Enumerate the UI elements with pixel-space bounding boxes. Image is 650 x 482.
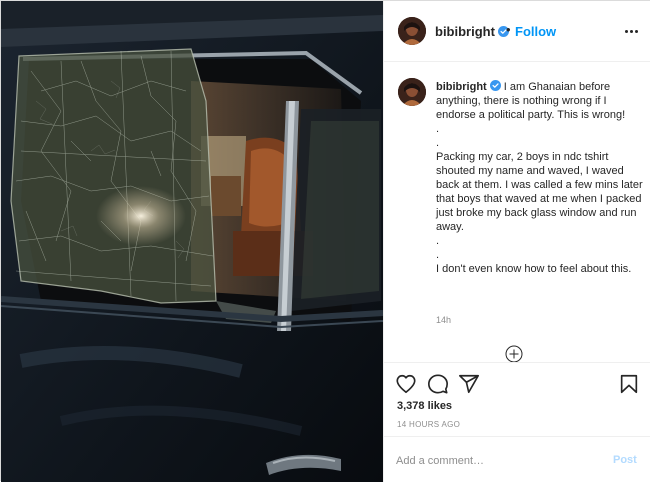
post-side-panel: bibibright • Follow bibibright I am Ghan… bbox=[383, 1, 650, 482]
likes-count[interactable]: 3,378 likes bbox=[397, 400, 452, 412]
follow-button[interactable]: Follow bbox=[515, 24, 556, 39]
post-comment-button[interactable]: Post bbox=[613, 454, 637, 466]
caption-username[interactable]: bibibright bbox=[436, 81, 487, 93]
post-caption: bibibright I am Ghanaian before anything… bbox=[436, 80, 646, 276]
caption-avatar[interactable] bbox=[398, 78, 426, 106]
share-icon[interactable] bbox=[458, 373, 480, 395]
profile-photo-icon bbox=[398, 78, 426, 106]
comments-section[interactable]: bibibright I am Ghanaian before anything… bbox=[384, 62, 650, 362]
caption-text: I am Ghanaian before anything, there is … bbox=[436, 81, 643, 275]
shattered-car-window-image bbox=[1, 1, 383, 482]
bookmark-icon[interactable] bbox=[618, 373, 640, 395]
heart-icon[interactable] bbox=[395, 373, 417, 395]
more-options-icon[interactable] bbox=[624, 25, 640, 39]
verified-badge-icon bbox=[489, 80, 501, 91]
post-actions: 3,378 likes 14 HOURS AGO bbox=[384, 362, 650, 436]
more-dot bbox=[635, 30, 638, 33]
profile-photo-icon bbox=[398, 17, 426, 45]
more-dot bbox=[630, 30, 633, 33]
comment-input[interactable] bbox=[396, 452, 596, 470]
caption-timestamp[interactable]: 14h bbox=[436, 315, 451, 325]
add-comment-bar: Post bbox=[384, 436, 650, 482]
instagram-post: bibibright • Follow bibibright I am Ghan… bbox=[0, 0, 650, 482]
post-photo[interactable] bbox=[1, 1, 383, 482]
more-dot bbox=[625, 30, 628, 33]
post-date[interactable]: 14 HOURS AGO bbox=[397, 420, 460, 429]
avatar[interactable] bbox=[398, 17, 426, 45]
load-more-comments-icon[interactable] bbox=[505, 345, 523, 362]
comment-icon[interactable] bbox=[427, 373, 449, 395]
post-header: bibibright • Follow bbox=[384, 1, 650, 62]
post-author-username[interactable]: bibibright bbox=[435, 24, 509, 39]
header-separator: • bbox=[506, 22, 511, 37]
